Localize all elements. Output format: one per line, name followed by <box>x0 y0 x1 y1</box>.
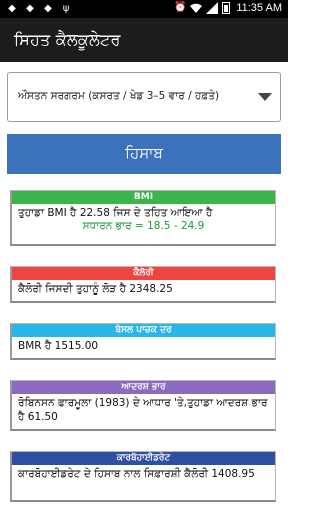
notification-icon: ◆ <box>8 3 16 14</box>
notification-icon: ◆ <box>44 3 52 14</box>
bmr-result-text: BMR ਹੈ 1515.00 <box>18 340 99 352</box>
bmi-category-text: ਸਧਾਰਨ ਭਾਰ = 18.5 - 24.9 <box>82 220 205 232</box>
bmr-card: ਬੇਸਲ ਪਾਚਕ ਦਰ BMR ਹੈ 1515.00 <box>10 323 276 360</box>
calculate-button[interactable]: ਹਿਸਾਬ <box>7 134 281 174</box>
bmi-card: BMI ਤੁਹਾਡਾ BMI ਹੈ 22.58 ਜਿਸ ਦੇ ਤਹਿਤ ਆਇਆ … <box>10 190 276 246</box>
dropdown-arrow-icon <box>258 93 272 101</box>
battery-icon <box>222 2 231 14</box>
activity-level-select[interactable]: ਔਸਤਨ ਸਰਗਰਮ (ਕਸਰਤ / ਖੇਡ 3–5 ਵਾਰ / ਹਫ਼ਤੇ) <box>7 72 281 122</box>
status-time: 11:35 AM <box>236 2 282 14</box>
ideal-weight-result-text: ਰੋਬਿਨਸਨ ਫਾਰਮੂਲਾ (1983) ਦੇ ਆਧਾਰ 'ਤੇ,ਤੁਹਾਡ… <box>18 397 268 423</box>
wifi-icon <box>190 2 203 14</box>
ideal-weight-card-title: ਆਦਰਸ਼ ਭਾਰ <box>12 381 275 394</box>
app-title: ਸਿਹਤ ਕੈਲਕੂਲੇਟਰ <box>14 30 121 49</box>
ideal-weight-card: ਆਦਰਸ਼ ਭਾਰ ਰੋਬਿਨਸਨ ਫਾਰਮੂਲਾ (1983) ਦੇ ਆਧਾਰ… <box>10 380 276 431</box>
signal-icon <box>206 2 219 14</box>
alarm-icon: ⏰ <box>174 2 187 13</box>
carbohydrate-card-title: ਕਾਰਬੋਹਾਈਡਰੇਟ <box>12 452 275 465</box>
calorie-result-text: ਕੈਲੋਰੀ ਜਿਸਦੀ ਤੁਹਾਨੂੰ ਲੋੜ ਹੈ 2348.25 <box>18 283 173 295</box>
calorie-card: ਕੈਲੋਰੀ ਕੈਲੋਰੀ ਜਿਸਦੀ ਤੁਹਾਨੂੰ ਲੋੜ ਹੈ 2348.… <box>10 266 276 303</box>
carbohydrate-card: ਕਾਰਬੋਹਾਈਡਰੇਟ ਕਾਰਬੋਹਾਈਡਰੇਟ ਦੇ ਹਿਸਾਬ ਨਾਲ ਸ… <box>10 451 276 502</box>
bmi-result-text: ਤੁਹਾਡਾ BMI ਹੈ 22.58 ਜਿਸ ਦੇ ਤਹਿਤ ਆਇਆ ਹੈ <box>18 207 213 219</box>
usb-icon: ψ <box>62 3 70 14</box>
calorie-card-title: ਕੈਲੋਰੀ <box>12 267 275 280</box>
carbohydrate-result-text: ਕਾਰਬੋਹਾਈਡਰੇਟ ਦੇ ਹਿਸਾਬ ਨਾਲ ਸਿਫ਼ਾਰਸ਼ੀ ਕੈਲੋ… <box>18 468 255 480</box>
bmr-card-title: ਬੇਸਲ ਪਾਚਕ ਦਰ <box>12 324 275 337</box>
bmi-card-title: BMI <box>12 191 275 204</box>
app-bar: ਸਿਹਤ ਕੈਲਕੂਲੇਟਰ <box>0 18 288 62</box>
status-bar: ◆ ◆ ◆ ψ ⏰ 11:35 AM <box>0 0 288 18</box>
notification-icon: ◆ <box>26 3 34 14</box>
activity-level-value: ਔਸਤਨ ਸਰਗਰਮ (ਕਸਰਤ / ਖੇਡ 3–5 ਵਾਰ / ਹਫ਼ਤੇ) <box>18 90 220 102</box>
